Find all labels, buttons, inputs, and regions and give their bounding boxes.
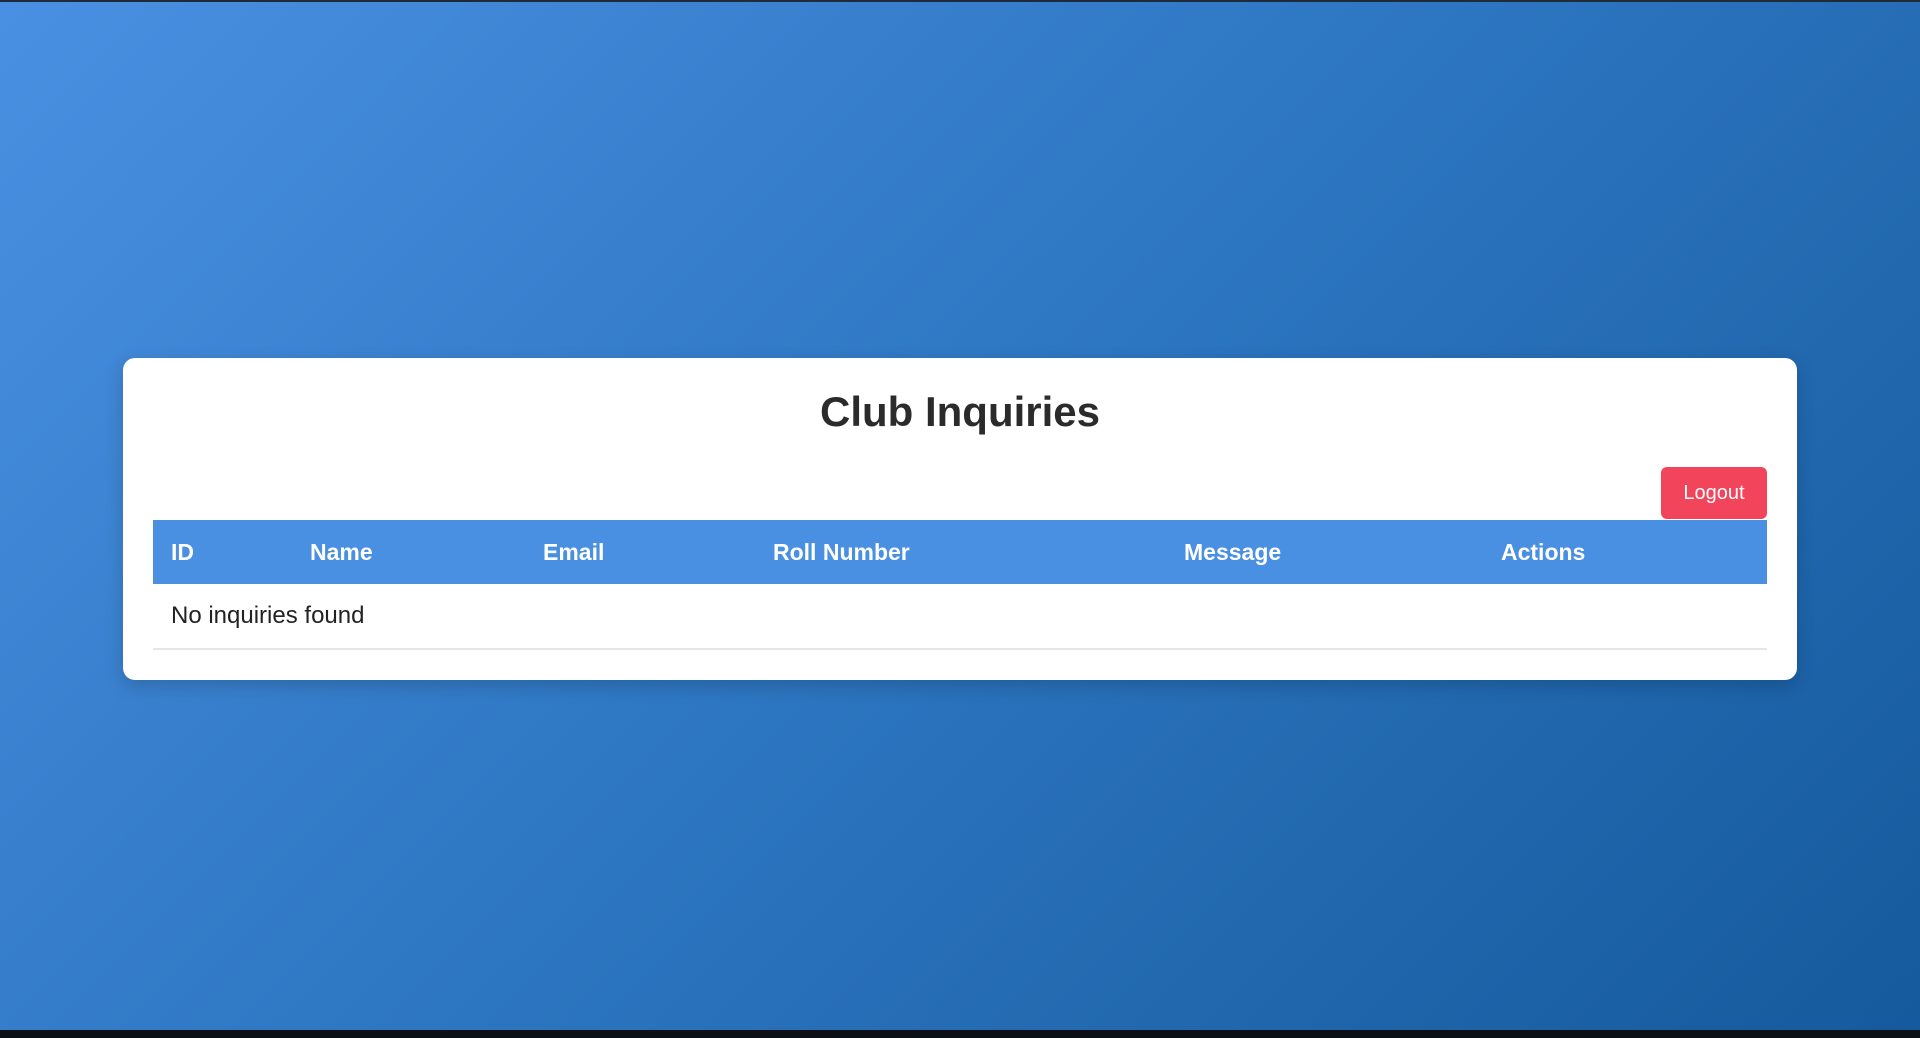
table-header: ID Name Email Roll Number Message Action… [153,520,1767,584]
page-background: Club Inquiries Logout ID Name Email Roll… [0,0,1920,1038]
inquiries-table: ID Name Email Roll Number Message Action… [153,520,1767,650]
table-body: No inquiries found [153,584,1767,650]
column-header-email: Email [525,520,755,584]
table-row: No inquiries found [153,584,1767,650]
table-header-row: ID Name Email Roll Number Message Action… [153,520,1767,584]
logout-button[interactable]: Logout [1661,467,1767,519]
column-header-roll-number: Roll Number [755,520,1166,584]
column-header-actions: Actions [1483,520,1767,584]
page-title: Club Inquiries [819,388,1100,435]
column-header-message: Message [1166,520,1483,584]
inquiries-card: Club Inquiries Logout ID Name Email Roll… [123,358,1797,680]
empty-state-message: No inquiries found [153,584,1767,650]
column-header-name: Name [292,520,525,584]
column-header-id: ID [153,520,292,584]
